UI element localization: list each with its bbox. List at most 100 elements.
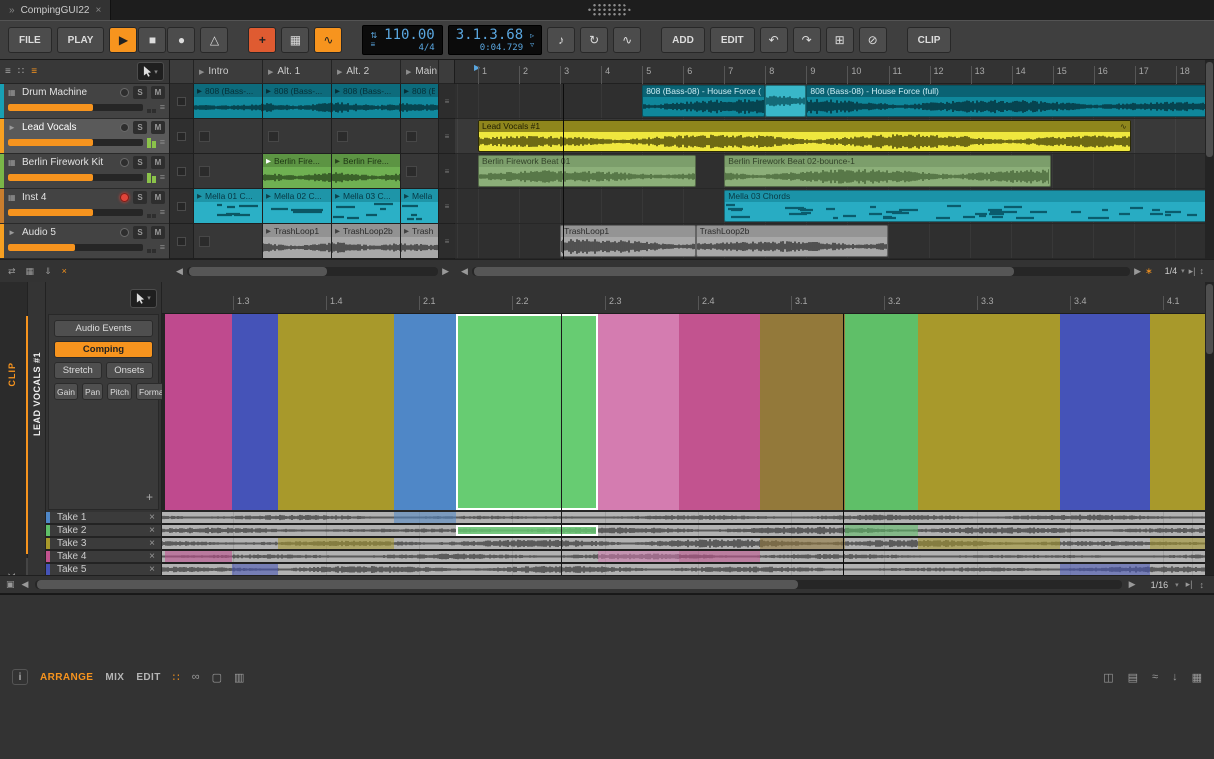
window-tab[interactable]: » CompingGUI22 × [0, 0, 111, 20]
scene-header-cell[interactable]: ▶Alt. 2 [332, 60, 401, 83]
metronome-button[interactable]: △ [200, 27, 228, 53]
take-label-row[interactable]: Take 3× [46, 538, 161, 549]
take-delete-icon[interactable]: × [149, 525, 155, 536]
automation-write-button[interactable]: ∿ [314, 27, 342, 53]
take-lane[interactable] [162, 551, 1214, 562]
arranger-clip[interactable]: TrashLoop2b [696, 225, 889, 257]
comp-region[interactable] [394, 314, 455, 510]
take-delete-icon[interactable]: × [149, 538, 155, 549]
volume-fader[interactable] [8, 139, 143, 146]
punch-in-icon[interactable]: ▹ [530, 32, 534, 40]
track-header[interactable]: ▦Inst 4SM≡ [0, 189, 169, 224]
empty-clip-slot[interactable] [194, 119, 262, 153]
punch-out-icon[interactable]: ▿ [530, 41, 534, 49]
clip-play-icon[interactable]: ▶ [266, 192, 271, 200]
mute-button[interactable]: M [151, 226, 165, 239]
clip-play-icon[interactable]: ▶ [197, 87, 202, 95]
play-menu-button[interactable]: PLAY [57, 27, 105, 53]
detail-hscrollbar[interactable] [35, 580, 1121, 589]
arranger-clip[interactable]: Lead Vocals #1∿ [478, 120, 1131, 152]
file-button[interactable]: FILE [8, 27, 52, 53]
launcher-clip[interactable]: ▶Mella 03 C... [332, 189, 400, 223]
comp-region[interactable] [456, 314, 598, 510]
mix-view-button[interactable]: MIX [105, 672, 124, 683]
arranger-ruler[interactable]: ▶ 123456789101112131415161718 [455, 60, 1214, 84]
launcher-clip[interactable]: ▶808 (Bass-... [263, 84, 331, 118]
clip-stop-button[interactable] [177, 97, 186, 106]
swap-icon[interactable]: ⇄ [8, 266, 16, 277]
clip-stop-button[interactable] [177, 132, 186, 141]
play-button[interactable]: ▶ [109, 27, 137, 53]
take-label-row[interactable]: Take 5× [46, 564, 161, 575]
track-tab[interactable]: TRACK [7, 572, 17, 575]
take-lane[interactable] [162, 538, 1214, 549]
clip-play-icon[interactable]: ▶ [404, 227, 409, 235]
empty-clip-slot[interactable] [401, 154, 438, 188]
scroll-handle[interactable] [1206, 62, 1213, 157]
launcher-clip[interactable]: ▶TrashLoop1 [263, 224, 331, 258]
follow-playhead-icon[interactable]: ▸| [1186, 579, 1193, 590]
position-value[interactable]: 3.1.3.68 [456, 28, 523, 43]
scroll-right-icon[interactable]: ▶ [1129, 579, 1136, 590]
pitch-button[interactable]: Pitch [107, 383, 132, 400]
take-segment[interactable] [232, 564, 277, 575]
take-segment[interactable] [598, 551, 679, 562]
arrange-view-button[interactable]: ARRANGE [40, 672, 93, 683]
track-fold-icon[interactable]: ≡ [160, 137, 165, 147]
overdub-button[interactable]: ▦ [281, 27, 309, 53]
track-header[interactable]: ▦Drum MachineSM≡ [0, 84, 169, 119]
mute-button[interactable]: M [151, 86, 165, 99]
clip-play-icon[interactable]: ▶ [266, 157, 271, 165]
solo-button[interactable]: S [133, 121, 147, 134]
pages-icon[interactable]: ▣ [6, 579, 15, 590]
clip-play-icon[interactable]: ▶ [335, 87, 340, 95]
arranger-toggle-icon[interactable]: ≡ [31, 66, 37, 77]
take-segment[interactable] [760, 538, 845, 549]
scroll-handle[interactable] [37, 580, 797, 589]
groove-button[interactable]: ∿ [613, 27, 641, 53]
scroll-left-icon[interactable]: ◀ [461, 266, 468, 277]
take-segment[interactable] [165, 551, 232, 562]
track-header[interactable]: ►Audio 5SM≡ [0, 224, 169, 259]
empty-clip-slot[interactable] [194, 154, 262, 188]
audio-events-button[interactable]: Audio Events [54, 320, 153, 337]
record-arm-button[interactable] [120, 88, 129, 97]
arranger-clip[interactable]: Mella 03 Chords [724, 190, 1210, 222]
clip-stop-button[interactable] [177, 167, 186, 176]
scene-play-icon[interactable]: ▶ [268, 68, 273, 76]
info-icon[interactable]: i [12, 669, 28, 685]
launcher-clip[interactable]: ▶Mella 01 C... [194, 189, 262, 223]
piano-panel-icon[interactable]: ▦ [1192, 671, 1202, 684]
launcher-clip[interactable]: ▶Mella 02 C... [263, 189, 331, 223]
take-segment[interactable] [1060, 564, 1149, 575]
row-alt-icon[interactable]: ≡ [445, 132, 450, 141]
take-label-row[interactable]: Take 4× [46, 551, 161, 562]
take-segment[interactable] [456, 525, 598, 536]
add-button[interactable]: ADD [661, 27, 705, 53]
close-panel-icon[interactable]: × [62, 266, 67, 276]
volume-fader[interactable] [8, 244, 143, 251]
take-delete-icon[interactable]: × [149, 512, 155, 523]
undo-button[interactable]: ↶ [760, 27, 788, 53]
arranger-vscrollbar[interactable] [1205, 60, 1214, 259]
clip-play-icon[interactable]: ▶ [335, 192, 340, 200]
take-lane[interactable] [162, 525, 1214, 536]
scene-play-icon[interactable]: ▶ [406, 68, 411, 76]
launcher-clip[interactable]: ▶TrashLoop2b [332, 224, 400, 258]
clip-stop-button[interactable] [177, 237, 186, 246]
arranger-clip[interactable]: TrashLoop1 [560, 225, 696, 257]
comp-region[interactable] [760, 314, 845, 510]
launcher-clip[interactable]: ▶808 (Bass-... [332, 84, 400, 118]
launcher-clip[interactable]: ▶Trash [401, 224, 438, 258]
scroll-handle[interactable] [189, 267, 327, 276]
take-segment[interactable] [679, 551, 760, 562]
arranger-hscrollbar[interactable] [472, 267, 1130, 276]
comp-region[interactable] [165, 314, 232, 510]
redo-button[interactable]: ↷ [793, 27, 821, 53]
detail-vscrollbar[interactable] [1205, 282, 1214, 575]
scroll-handle[interactable] [474, 267, 1014, 276]
comp-region[interactable] [918, 314, 1060, 510]
take-label-row[interactable]: Take 1× [46, 512, 161, 523]
volume-fader[interactable] [8, 104, 143, 111]
take-segment[interactable] [278, 538, 395, 549]
